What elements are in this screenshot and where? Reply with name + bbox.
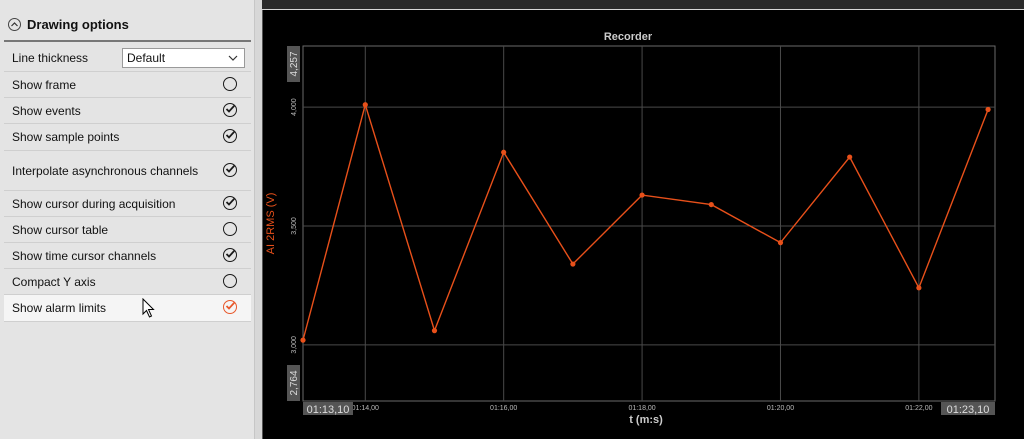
recorder-chart[interactable]: Recorder 3,000 3,500 4,000 4,257 2,764 AI 2RMS… <box>262 10 1024 439</box>
checkmark-circle-icon[interactable] <box>223 102 237 117</box>
option-row-show-cursor-during-acquisition[interactable]: Show cursor during acquisition <box>4 191 251 217</box>
option-label: Show events <box>12 103 81 118</box>
option-row-interpolate-asynchronous-channels[interactable]: Interpolate asynchronous channels <box>4 151 251 191</box>
y-axis-label: AI 2RMS (V) <box>265 193 277 255</box>
top-bar <box>262 0 1024 9</box>
y-max-label: 4,257 <box>289 51 300 76</box>
option-label: Show cursor during acquisition <box>12 196 176 211</box>
data-point <box>916 285 922 291</box>
option-row-compact-y-axis[interactable]: Compact Y axis <box>4 269 251 295</box>
option-row-show-time-cursor-channels[interactable]: Show time cursor channels <box>4 243 251 269</box>
option-row-show-cursor-table[interactable]: Show cursor table <box>4 217 251 243</box>
option-label: Show time cursor channels <box>12 248 157 263</box>
option-label: Show sample points <box>12 130 120 144</box>
mouse-cursor-icon <box>142 298 155 318</box>
x-axis-label: t (m:s) <box>629 414 663 426</box>
option-label: Interpolate asynchronous channels <box>12 163 199 178</box>
drawing-options-header[interactable]: Drawing options <box>4 8 251 42</box>
checkmark-circle-icon[interactable] <box>223 162 237 177</box>
x-min-label: 01:13,10 <box>307 404 350 416</box>
data-point <box>300 337 306 343</box>
data-point <box>431 328 438 334</box>
line-thickness-row: Line thickness Default <box>4 44 251 72</box>
checkmark-circle-icon[interactable] <box>223 300 237 314</box>
data-point <box>639 192 645 198</box>
panel-title: Drawing options <box>27 16 129 32</box>
empty-circle-icon[interactable] <box>223 273 237 288</box>
y-tick-label: 3,000 <box>291 336 298 354</box>
chevron-down-icon <box>228 55 238 61</box>
data-point <box>501 149 507 155</box>
y-tick-label: 4,000 <box>291 98 298 116</box>
option-label: Show cursor table <box>12 222 109 237</box>
data-point <box>847 154 853 160</box>
chart-title: Recorder <box>604 31 653 43</box>
x-tick-label: 01:22,00 <box>905 405 932 412</box>
data-point <box>985 106 991 113</box>
option-label: Compact Y axis <box>12 274 96 289</box>
option-label: Show frame <box>12 77 77 92</box>
x-tick-label: 01:20,00 <box>767 405 794 412</box>
data-point <box>777 240 784 246</box>
data-point <box>362 102 368 108</box>
plot-area <box>302 45 996 402</box>
option-row-show-sample-points[interactable]: Show sample points <box>4 124 251 151</box>
empty-circle-icon[interactable] <box>223 76 237 91</box>
option-row-show-alarm-limits[interactable]: Show alarm limits <box>4 295 251 322</box>
line-thickness-value: Default <box>127 51 166 65</box>
drawing-options-panel: Drawing options Line thickness Default S… <box>0 0 255 439</box>
x-tick-label: 01:16,00 <box>490 405 517 412</box>
empty-circle-icon[interactable] <box>223 221 237 236</box>
option-row-show-events[interactable]: Show events <box>4 98 251 124</box>
data-point <box>570 261 576 267</box>
option-label: Show alarm limits <box>12 301 107 315</box>
data-point <box>708 201 714 208</box>
x-tick-label: 01:18,00 <box>628 405 655 412</box>
x-max-label: 01:23,10 <box>947 404 990 416</box>
option-row-show-frame[interactable]: Show frame <box>4 72 251 98</box>
y-min-label: 2,764 <box>289 370 300 395</box>
checkmark-circle-icon[interactable] <box>223 247 237 262</box>
checkmark-circle-icon[interactable] <box>223 195 237 210</box>
line-thickness-select[interactable]: Default <box>122 48 245 68</box>
y-tick-label: 3,500 <box>291 217 298 235</box>
checkmark-circle-icon[interactable] <box>223 129 237 143</box>
x-tick-label: 01:14,00 <box>352 405 379 412</box>
collapse-icon[interactable] <box>8 17 21 31</box>
